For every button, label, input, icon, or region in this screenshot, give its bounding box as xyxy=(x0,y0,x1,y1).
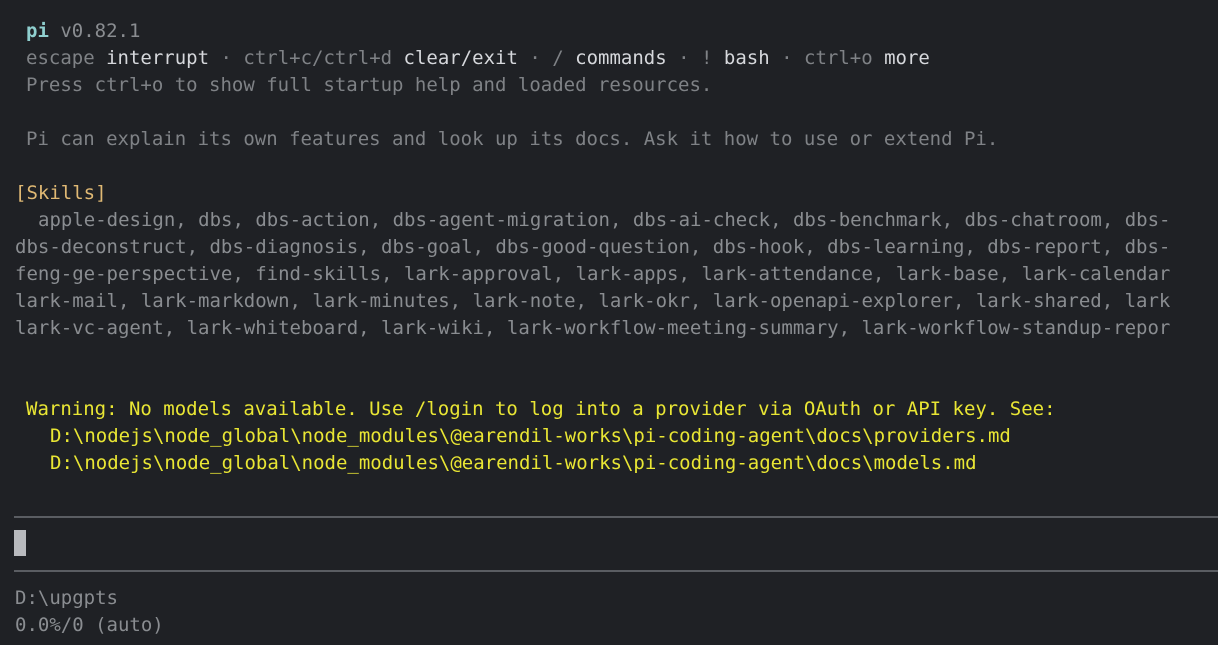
skills-line: lark-mail, lark-markdown, lark-minutes, … xyxy=(15,290,1171,312)
warning-message: Warning: No models available. Use /login… xyxy=(26,398,1056,420)
input-top-border xyxy=(14,516,1218,518)
hint-separator: · xyxy=(517,47,553,69)
header-line: pi v0.82.1 xyxy=(26,18,140,45)
hint-action: commands xyxy=(575,47,667,69)
intro-text: Pi can explain its own features and look… xyxy=(26,128,999,150)
hint-separator: · xyxy=(769,47,805,69)
footer-cwd: D:\upgpts xyxy=(15,587,118,609)
hint-action: interrupt xyxy=(106,47,210,69)
app-version: v0.82.1 xyxy=(60,20,141,42)
footer-context: 0.0%/0 (auto) xyxy=(15,614,164,636)
hint-key: escape xyxy=(26,47,95,69)
hint-separator: · xyxy=(666,47,702,69)
prompt-input[interactable] xyxy=(14,522,1218,564)
keybind-hints: escape interrupt · ctrl+c/ctrl+d clear/e… xyxy=(26,45,930,72)
input-bottom-border xyxy=(14,570,1218,572)
hint-key: ctrl+c/ctrl+d xyxy=(243,47,393,69)
hint-key: ! xyxy=(701,47,713,69)
hint-action: bash xyxy=(723,47,770,69)
warning-path-providers: D:\nodejs\node_global\node_modules\@eare… xyxy=(50,425,1011,447)
hint-key: / xyxy=(552,47,564,69)
skills-line: feng-ge-perspective, find-skills, lark-a… xyxy=(15,263,1171,285)
skills-line: lark-vc-agent, lark-whiteboard, lark-wik… xyxy=(15,317,1171,339)
app-name: pi xyxy=(26,20,49,42)
hint-action: clear/exit xyxy=(403,47,518,69)
warning-path-models: D:\nodejs\node_global\node_modules\@eare… xyxy=(50,452,977,474)
hint-key: ctrl+o xyxy=(804,47,873,69)
skills-header: [Skills] xyxy=(15,182,107,204)
hint-action: more xyxy=(884,47,930,69)
skills-line: apple-design, dbs, dbs-action, dbs-agent… xyxy=(38,209,1171,231)
terminal-window: { "header": { "app_name": "pi", "version… xyxy=(0,0,1218,645)
startup-hint: Press ctrl+o to show full startup help a… xyxy=(26,74,713,96)
skills-line: dbs-deconstruct, dbs-diagnosis, dbs-goal… xyxy=(15,236,1171,258)
text-cursor xyxy=(14,530,26,556)
hint-separator: · xyxy=(209,47,244,69)
